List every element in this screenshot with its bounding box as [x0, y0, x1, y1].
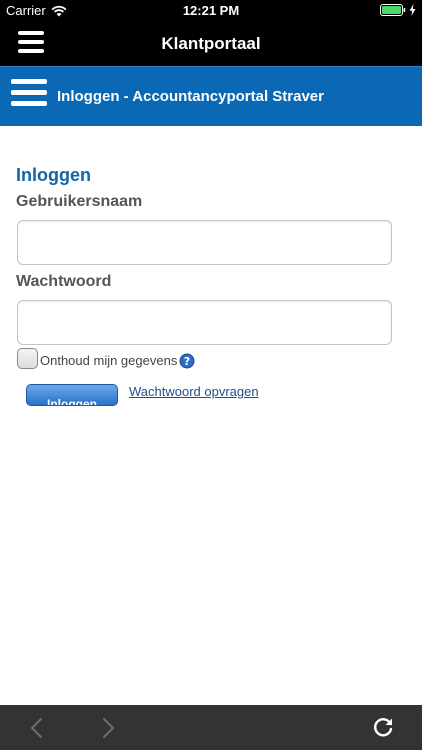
nav-title: Klantportaal	[161, 34, 261, 53]
chevron-left-icon[interactable]	[26, 716, 48, 740]
question-mark-icon[interactable]: ?	[179, 353, 195, 369]
status-right	[380, 4, 416, 16]
nav-bar: Klantportaal	[0, 22, 422, 66]
remember-row: Onthoud mijn gegevens ?	[17, 348, 195, 369]
login-button[interactable]: Inloggen	[26, 384, 118, 406]
chevron-right-icon[interactable]	[97, 716, 119, 740]
status-time: 12:21 PM	[182, 3, 240, 18]
password-label: Wachtwoord	[16, 273, 112, 290]
reload-icon[interactable]	[371, 715, 395, 739]
web-hamburger-menu-icon[interactable]	[11, 79, 47, 109]
svg-text:?: ?	[184, 355, 190, 368]
password-input[interactable]	[17, 300, 392, 345]
charging-icon	[409, 4, 416, 16]
battery-icon	[380, 4, 406, 16]
remember-label[interactable]: Onthoud mijn gegevens	[40, 353, 177, 368]
remember-checkbox[interactable]	[17, 348, 38, 369]
status-bar: Carrier 12:21 PM	[0, 0, 422, 22]
web-header: Inloggen - Accountancyportal Straver	[0, 66, 422, 126]
bottom-toolbar	[0, 705, 422, 750]
login-heading: Inloggen	[16, 165, 91, 185]
username-input[interactable]	[17, 220, 392, 265]
forgot-password-link[interactable]: Wachtwoord opvragen	[129, 384, 259, 399]
username-label: Gebruikersnaam	[16, 193, 143, 210]
web-header-title: Inloggen - Accountancyportal Straver	[57, 88, 324, 105]
